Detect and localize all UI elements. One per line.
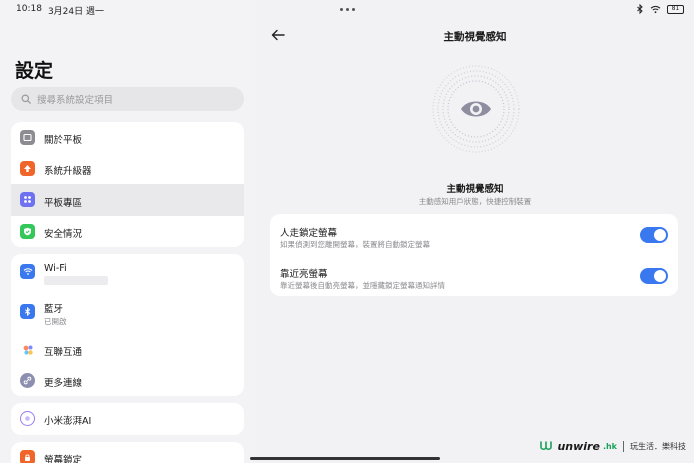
- bluetooth-status: 已開啟: [44, 317, 67, 326]
- settings-group-connectivity: Wi-Fi 藍牙 已開啟 互聯互通 更多連線: [11, 254, 244, 396]
- sidebar-item-tablet-zone[interactable]: 平板專區: [11, 184, 244, 216]
- detail-pane: 81 主動視覺感知 主動視覺感知 主動感知用戶狀態，快捷控制裝置 人走鎖定螢幕 …: [256, 0, 694, 463]
- upgrade-arrow-icon: [20, 161, 35, 176]
- lock-icon: [20, 450, 35, 463]
- sidebar-item-system-upgrade[interactable]: 系統升級器: [11, 153, 244, 184]
- bluetooth-icon: [20, 304, 35, 319]
- watermark-brand: unwire: [557, 439, 600, 453]
- sidebar-item-label: 小米澎湃AI: [44, 416, 92, 427]
- eye-sensing-illustration: [432, 65, 520, 153]
- sidebar-item-label: Wi-Fi: [44, 263, 67, 274]
- page-title: 設定: [15, 60, 54, 82]
- battery-icon: 81: [667, 4, 684, 14]
- status-bar-right: 81: [636, 4, 684, 14]
- wifi-icon: [20, 264, 35, 279]
- sidebar-item-label: 藍牙: [44, 304, 64, 315]
- battery-level: 81: [671, 5, 680, 12]
- sidebar-item-interconnect[interactable]: 互聯互通: [11, 334, 244, 365]
- link-icon: [20, 373, 35, 388]
- sidebar-item-label: 更多連線: [44, 378, 83, 389]
- settings-group-lock: 螢幕鎖定: [11, 442, 244, 463]
- wifi-network-name-redacted: [44, 276, 108, 285]
- sidebar-item-bluetooth[interactable]: 藍牙 已開啟: [11, 292, 244, 330]
- multitask-handle[interactable]: [340, 8, 355, 11]
- wifi-status-icon: [650, 5, 661, 13]
- search-input[interactable]: 搜尋系統設定項目: [11, 87, 244, 111]
- shield-check-icon: [20, 224, 35, 239]
- feature-description: 主動感知用戶狀態，快捷控制裝置: [418, 197, 532, 206]
- sidebar-item-label: 互聯互通: [44, 347, 83, 358]
- tablet-icon: [20, 130, 35, 145]
- interconnect-icon: [20, 342, 35, 357]
- watermark-divider: [623, 440, 624, 452]
- bluetooth-status-icon: [637, 4, 643, 14]
- watermark-tagline: 玩生活．樂科技: [630, 441, 686, 451]
- sidebar-item-label: 關於平板: [44, 135, 83, 146]
- toggle-description: 如果偵測到您離開螢幕，裝置將自動鎖定螢幕: [280, 240, 430, 249]
- unwire-logo-icon: [540, 441, 553, 451]
- status-bar-left: 10:18 3月24日 週一: [16, 4, 104, 17]
- toggle-title: 人走鎖定螢幕: [280, 228, 338, 239]
- toggle-description: 靠近螢幕後自動亮螢幕，並隱藏鎖定螢幕通知詳情: [280, 281, 445, 290]
- sidebar-item-security[interactable]: 安全情況: [11, 216, 244, 247]
- settings-group-ai: 小米澎湃AI: [11, 403, 244, 435]
- sidebar-item-more-connections[interactable]: 更多連線: [11, 365, 244, 396]
- grid-icon: [20, 192, 35, 207]
- sidebar-item-screen-lock[interactable]: 螢幕鎖定: [11, 442, 244, 463]
- status-time: 10:18: [16, 4, 42, 14]
- sidebar-item-label: 安全情況: [44, 229, 83, 240]
- search-icon: [21, 94, 31, 104]
- page-title: 主動視覺感知: [443, 31, 507, 43]
- sidebar-item-label: 系統升級器: [44, 166, 92, 177]
- settings-sidebar: 10:18 3月24日 週一 設定 搜尋系統設定項目 關於平板 系統升級器 平板…: [0, 0, 256, 463]
- search-placeholder: 搜尋系統設定項目: [37, 95, 114, 106]
- ai-icon: [20, 411, 35, 426]
- toggle-title: 靠近亮螢幕: [280, 269, 328, 280]
- sidebar-item-hyperos-ai[interactable]: 小米澎湃AI: [11, 403, 244, 435]
- feature-title: 主動視覺感知: [446, 184, 504, 195]
- settings-group-device: 關於平板 系統升級器 平板專區 安全情況: [11, 122, 244, 247]
- approach-wake-switch[interactable]: [640, 268, 668, 284]
- status-date: 3月24日 週一: [47, 7, 104, 17]
- walk-away-lock-switch[interactable]: [640, 227, 668, 243]
- sidebar-item-about-tablet[interactable]: 關於平板: [11, 122, 244, 153]
- watermark-suffix: .hk: [602, 441, 617, 451]
- sidebar-item-label: 平板專區: [44, 198, 83, 209]
- home-indicator[interactable]: [250, 457, 440, 460]
- sidebar-item-label: 螢幕鎖定: [44, 455, 83, 463]
- watermark: unwire .hk 玩生活．樂科技: [538, 438, 686, 454]
- toggle-settings-card: 人走鎖定螢幕 如果偵測到您離開螢幕，裝置將自動鎖定螢幕 靠近亮螢幕 靠近螢幕後自…: [270, 214, 678, 296]
- sidebar-item-wifi[interactable]: Wi-Fi: [11, 254, 244, 292]
